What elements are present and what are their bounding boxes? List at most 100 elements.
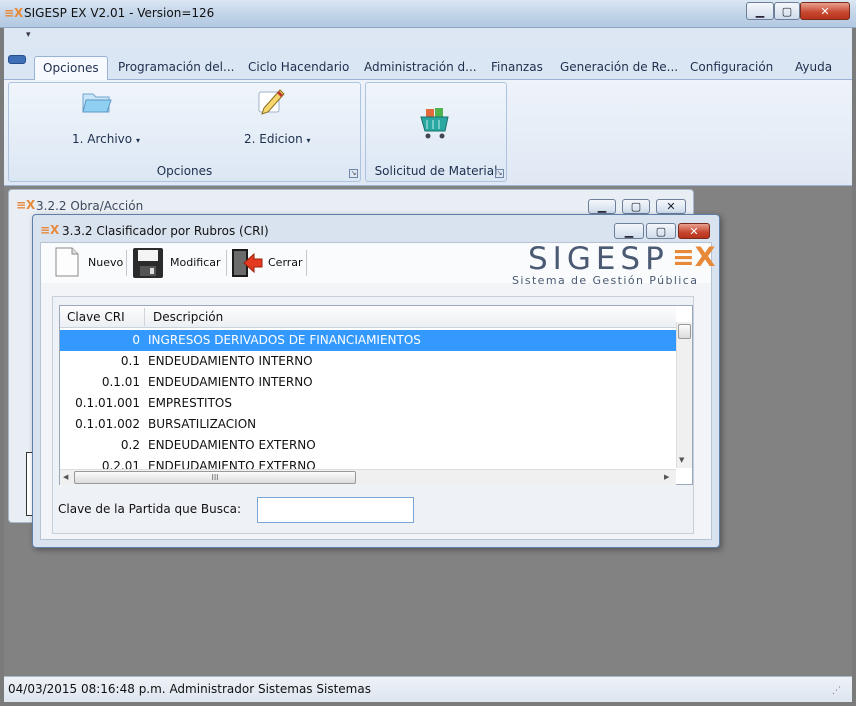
minimize-icon: ▁ xyxy=(755,4,765,18)
app-logo-icon: ≡X xyxy=(4,6,24,20)
vertical-scroll-thumb[interactable] xyxy=(678,324,691,339)
tab-administracion[interactable]: Administración d... xyxy=(364,56,477,80)
obra-minimize-button[interactable]: ▁ xyxy=(588,199,616,214)
modificar-label: Modificar xyxy=(170,256,221,269)
minimize-icon: ▁ xyxy=(624,224,634,238)
solicitud-launcher-icon[interactable]: ↘ xyxy=(495,169,504,178)
archivo-dropdown-icon: ▾ xyxy=(135,136,140,145)
vertical-scrollbar[interactable] xyxy=(676,322,692,468)
search-input[interactable] xyxy=(257,497,414,523)
quick-access-dropdown-icon[interactable]: ▾ xyxy=(26,30,31,40)
cri-maximize-button[interactable]: ▢ xyxy=(646,223,676,239)
close-icon: ✕ xyxy=(666,200,676,213)
table-row[interactable]: 0.1 ENDEUDAMIENTO INTERNO xyxy=(60,351,676,372)
row-description: ENDEUDAMIENTO EXTERNO xyxy=(148,459,316,469)
archivo-label: 1. Archivo xyxy=(72,132,133,146)
edicion-label: 2. Edicion xyxy=(244,132,303,146)
scroll-down-icon[interactable]: ▼ xyxy=(679,456,684,464)
row-key: 0.1.01 xyxy=(101,375,140,389)
new-document-icon xyxy=(55,247,79,277)
opciones-launcher-icon[interactable]: ↘ xyxy=(349,169,358,178)
sigesp-mark-icon: ≡X xyxy=(672,242,716,273)
row-description: ENDEUDAMIENTO INTERNO xyxy=(148,375,313,389)
tab-opciones[interactable]: Opciones xyxy=(34,56,108,80)
toolbar-separator xyxy=(306,250,307,276)
scroll-left-icon[interactable]: ◀ xyxy=(63,473,68,481)
sigesp-tagline: Sistema de Gestión Pública xyxy=(512,274,699,287)
nuevo-label: Nuevo xyxy=(88,256,124,269)
edicion-dropdown-icon: ▾ xyxy=(306,136,311,145)
row-description: BURSATILIZACION xyxy=(148,417,257,431)
cerrar-label: Cerrar xyxy=(268,256,303,269)
obra-window-logo-icon: ≡X xyxy=(16,198,36,212)
table-row[interactable]: 0 INGRESOS DERIVADOS DE FINANCIAMIENTOS xyxy=(60,330,676,351)
maximize-icon: ▢ xyxy=(630,200,642,213)
shopping-cart-icon xyxy=(420,108,449,139)
exit-door-icon xyxy=(232,249,263,277)
tab-ayuda[interactable]: Ayuda xyxy=(795,56,832,80)
row-description: EMPRESTITOS xyxy=(148,396,232,410)
row-description: ENDEUDAMIENTO EXTERNO xyxy=(148,438,316,452)
obra-window-title: 3.2.2 Obra/Acción xyxy=(36,199,144,213)
row-key: 0.1.01.001 xyxy=(75,396,140,410)
solicitud-material-button[interactable] xyxy=(416,104,456,144)
application-menu-button[interactable] xyxy=(8,55,26,64)
sigesp-logo: SIGESP ≡X Sistema de Gestión Pública xyxy=(512,241,715,289)
scroll-right-icon[interactable]: ▶ xyxy=(664,473,669,481)
ribbon-group-label-opciones: Opciones xyxy=(156,164,213,178)
minimize-icon: ▁ xyxy=(597,200,607,213)
tab-programacion[interactable]: Programación del... xyxy=(118,56,234,80)
obra-close-button[interactable]: ✕ xyxy=(656,199,686,214)
nuevo-button[interactable]: Nuevo xyxy=(52,245,124,279)
search-label: Clave de la Partida que Busca: xyxy=(58,502,241,516)
column-header-descripcion[interactable]: Descripción xyxy=(153,306,223,328)
row-description: INGRESOS DERIVADOS DE FINANCIAMIENTOS xyxy=(148,333,421,347)
archivo-button[interactable]: 1. Archivo ▾ xyxy=(60,84,146,150)
modificar-button[interactable]: Modificar xyxy=(132,245,224,279)
row-description: ENDEUDAMIENTO INTERNO xyxy=(148,354,313,368)
horizontal-scroll-thumb[interactable]: III xyxy=(74,471,356,484)
edit-pencil-icon xyxy=(258,89,285,115)
maximize-icon: ▢ xyxy=(781,4,793,18)
cri-dialog-title: 3.3.2 Clasificador por Rubros (CRI) xyxy=(62,224,269,238)
table-row[interactable]: 0.1.01 ENDEUDAMIENTO INTERNO xyxy=(60,372,676,393)
resize-grip-icon[interactable]: ⋰ xyxy=(832,686,841,696)
sigesp-logo-text: SIGESP xyxy=(528,241,669,277)
row-key: 0.1.01.002 xyxy=(75,417,140,431)
maximize-icon: ▢ xyxy=(655,224,667,238)
quick-access-toolbar xyxy=(4,28,852,50)
cri-minimize-button[interactable]: ▁ xyxy=(614,223,644,239)
cerrar-button[interactable]: Cerrar xyxy=(230,245,304,279)
ribbon-group-label-solicitud: Solicitud de Material xyxy=(374,164,498,178)
toolbar-separator xyxy=(126,250,127,276)
obra-maximize-button[interactable]: ▢ xyxy=(622,199,650,214)
row-key: 0.1 xyxy=(120,354,140,368)
table-row[interactable]: 0.1.01.002 BURSATILIZACION xyxy=(60,414,676,435)
row-key: 0.2 xyxy=(120,438,140,452)
edicion-button[interactable]: 2. Edicion ▾ xyxy=(232,84,318,150)
close-icon: ✕ xyxy=(820,4,830,18)
close-icon: ✕ xyxy=(689,224,699,238)
tab-generacion-reportes[interactable]: Generación de Re... xyxy=(560,56,678,80)
table-row[interactable]: 0.1.01.001 EMPRESTITOS xyxy=(60,393,676,414)
tab-finanzas[interactable]: Finanzas xyxy=(491,56,543,80)
tab-configuracion[interactable]: Configuración xyxy=(690,56,773,80)
tab-ciclo-hacendario[interactable]: Ciclo Hacendario xyxy=(248,56,349,80)
folder-icon xyxy=(82,93,112,113)
table-row[interactable]: 0.2.01 ENDEUDAMIENTO EXTERNO xyxy=(60,456,676,469)
toolbar-separator xyxy=(226,250,227,276)
maximize-button[interactable]: ▢ xyxy=(774,2,800,20)
row-key: 0 xyxy=(132,333,140,347)
cri-close-button[interactable]: ✕ xyxy=(678,223,710,239)
table-row[interactable]: 0.2 ENDEUDAMIENTO EXTERNO xyxy=(60,435,676,456)
close-button[interactable]: ✕ xyxy=(800,2,850,20)
save-disk-icon xyxy=(133,248,163,278)
cri-dialog-logo-icon: ≡X xyxy=(40,223,60,237)
column-divider xyxy=(144,308,145,326)
minimize-button[interactable]: ▁ xyxy=(746,2,774,20)
row-key: 0.2.01 xyxy=(101,459,140,469)
status-text: 04/03/2015 08:16:48 p.m. Administrador S… xyxy=(8,682,371,696)
cri-grid-rows: 0 INGRESOS DERIVADOS DE FINANCIAMIENTOS … xyxy=(60,329,676,469)
window-title: SIGESP EX V2.01 - Version=126 xyxy=(24,6,215,20)
column-header-clave-cri[interactable]: Clave CRI xyxy=(67,306,125,328)
